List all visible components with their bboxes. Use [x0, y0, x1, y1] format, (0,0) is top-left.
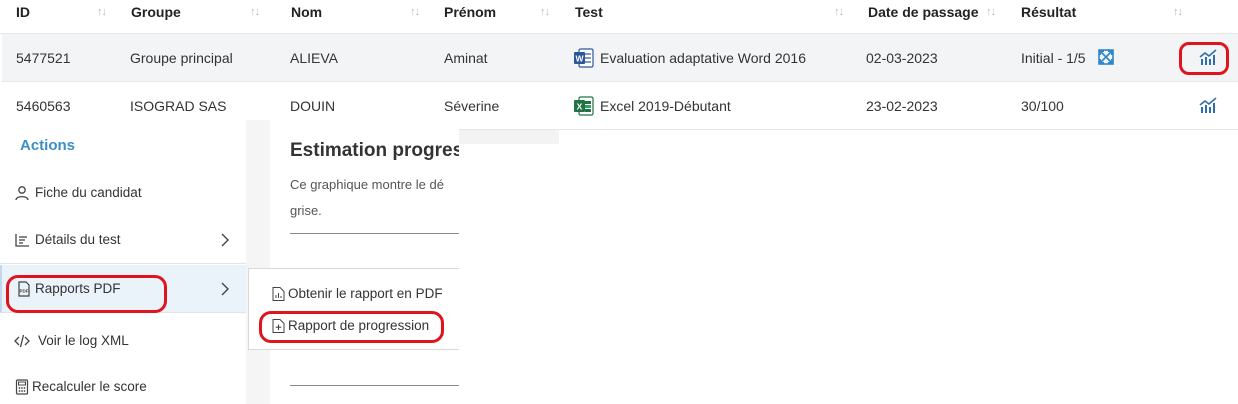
expand-icon[interactable] [1097, 48, 1115, 66]
sort-icon[interactable]: ↑↓ [540, 0, 550, 24]
table-row[interactable]: 5477521 Groupe principal ALIEVA Aminat W… [2, 34, 1238, 82]
progress-chart-icon[interactable] [1198, 47, 1218, 67]
column-header-resultat[interactable]: Résultat [1021, 0, 1076, 26]
column-header-nom[interactable]: Nom [291, 0, 322, 26]
svg-text:PDF: PDF [20, 289, 29, 294]
divider [290, 233, 459, 234]
svg-text:X: X [577, 101, 583, 111]
cell-prenom: Aminat [444, 50, 488, 66]
action-label: Rapports PDF [35, 281, 121, 296]
pdf-icon: PDF [18, 281, 30, 297]
pdf-file-icon [272, 287, 285, 301]
column-header-test[interactable]: Test [575, 0, 603, 26]
excel-icon: X [574, 96, 594, 116]
submenu-label: Rapport de progression [288, 318, 430, 333]
divider [290, 385, 459, 386]
column-header-date[interactable]: Date de passage [868, 0, 979, 26]
column-header-id[interactable]: ID [16, 0, 30, 26]
cell-date: 23-02-2023 [866, 98, 938, 114]
action-label: Fiche du candidat [35, 185, 142, 200]
action-fiche-candidat[interactable]: Fiche du candidat [0, 169, 246, 217]
calculator-icon [15, 379, 29, 395]
code-icon [14, 334, 30, 348]
estimation-description-line: Ce graphique montre le dé [290, 177, 444, 192]
column-header-groupe[interactable]: Groupe [131, 0, 181, 26]
cell-test: Excel 2019-Débutant [600, 98, 731, 114]
svg-text:W: W [575, 53, 584, 63]
estimation-description: Ce graphique montre le dé grise. [290, 172, 459, 224]
sort-icon[interactable]: ↑↓ [834, 0, 844, 24]
cell-date: 02-03-2023 [866, 50, 938, 66]
progress-chart-icon[interactable] [1198, 95, 1218, 115]
sort-icon[interactable]: ↑↓ [410, 0, 420, 24]
divider [459, 130, 559, 144]
chevron-right-icon [221, 282, 229, 296]
cell-nom: ALIEVA [290, 50, 338, 66]
action-voir-log-xml[interactable]: Voir le log XML [0, 317, 246, 365]
sort-icon[interactable]: ↑↓ [97, 0, 107, 24]
sort-icon[interactable]: ↑↓ [250, 0, 260, 24]
actions-title: Actions [20, 137, 76, 154]
cell-resultat: Initial - 1/5 [1021, 50, 1086, 66]
file-plus-icon [272, 319, 285, 333]
sort-icon[interactable]: ↑↓ [986, 0, 996, 24]
estimation-title: Estimation progres [290, 140, 459, 161]
list-chart-icon [15, 234, 29, 247]
pdf-submenu [248, 268, 459, 350]
cell-test: Evaluation adaptative Word 2016 [600, 50, 806, 66]
estimation-description-line: grise. [290, 203, 322, 218]
chevron-right-icon [221, 233, 229, 247]
action-details-test[interactable]: Détails du test [0, 216, 246, 264]
submenu-label: Obtenir le rapport en PDF [288, 286, 443, 301]
action-label: Détails du test [35, 232, 121, 247]
estimation-panel [270, 120, 459, 404]
action-recalculer-score[interactable]: Recalculer le score [0, 363, 246, 404]
action-rapports-pdf[interactable]: PDF Rapports PDF [0, 265, 246, 313]
cell-resultat: 30/100 [1021, 98, 1064, 114]
action-label: Voir le log XML [38, 333, 129, 348]
column-header-prenom[interactable]: Prénom [444, 0, 496, 26]
user-icon [15, 186, 29, 201]
content-background [459, 130, 1238, 404]
cell-groupe: Groupe principal [130, 50, 233, 66]
cell-id: 5477521 [16, 50, 71, 66]
sort-icon[interactable]: ↑↓ [1173, 0, 1183, 24]
word-icon: W [574, 48, 594, 68]
table-header: ID ↑↓ Groupe ↑↓ Nom ↑↓ Prénom ↑↓ Test ↑↓… [0, 0, 1238, 34]
action-label: Recalculer le score [32, 379, 147, 394]
